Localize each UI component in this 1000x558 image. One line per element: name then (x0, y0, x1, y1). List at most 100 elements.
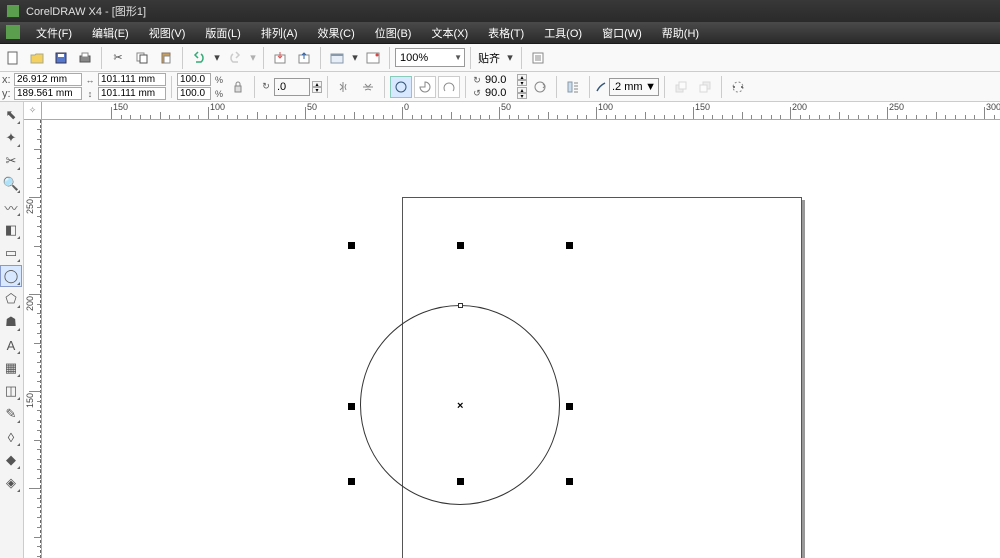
fill-tool[interactable]: ◆ (0, 449, 22, 471)
percent-icon: % (213, 74, 225, 86)
redo-button[interactable] (224, 47, 246, 69)
canvas-area: ✧ 15010050050100150200250300 30025020015… (24, 102, 1000, 558)
to-back-button[interactable] (694, 76, 716, 98)
app-launcher-button[interactable] (326, 47, 348, 69)
table-tool[interactable]: ▦ (0, 357, 22, 379)
text-tool[interactable]: A (0, 334, 22, 356)
redo-dropdown[interactable]: ▾ (248, 47, 258, 69)
menu-item[interactable]: 编辑(E) (82, 22, 139, 43)
canvas-viewport[interactable]: × (42, 120, 1000, 558)
y-label: y: (2, 88, 12, 100)
app-launcher-dropdown[interactable]: ▾ (350, 47, 360, 69)
chevron-down-icon: ▼ (454, 53, 462, 62)
mirror-v-button[interactable] (357, 76, 379, 98)
start-angle-value[interactable]: 90.0 (485, 74, 515, 86)
menu-item[interactable]: 帮助(H) (652, 22, 709, 43)
menu-item[interactable]: 表格(T) (478, 22, 534, 43)
options-button[interactable] (527, 47, 549, 69)
width-icon: ↔ (84, 74, 96, 86)
export-button[interactable] (293, 47, 315, 69)
sel-handle-ml[interactable] (348, 403, 355, 410)
sel-handle-bc[interactable] (457, 478, 464, 485)
polygon-tool[interactable]: ⬠ (0, 288, 22, 310)
x-label: x: (2, 74, 12, 86)
ruler-origin-button[interactable]: ✧ (24, 102, 42, 120)
smartfill-tool[interactable]: ◧ (0, 219, 22, 241)
ruler-horizontal[interactable]: 15010050050100150200250300 (42, 102, 1000, 120)
welcome-button[interactable] (362, 47, 384, 69)
zoom-tool[interactable]: 🔍 (0, 173, 22, 195)
end-angle-stepper[interactable]: ▴▾ (517, 87, 527, 99)
menu-item[interactable]: 文件(F) (26, 22, 82, 43)
zoom-combo[interactable]: 100% ▼ (395, 48, 465, 67)
outline-value: .2 mm (612, 81, 643, 93)
interactive-fill-tool[interactable]: ◈ (0, 472, 22, 494)
save-button[interactable] (50, 47, 72, 69)
width-input[interactable] (98, 73, 166, 86)
sel-handle-tr[interactable] (566, 242, 573, 249)
menu-item[interactable]: 文本(X) (421, 22, 478, 43)
doc-icon (6, 25, 20, 39)
menu-item[interactable]: 效果(C) (308, 22, 365, 43)
position-group: x: y: (2, 73, 82, 100)
rotation-icon: ↻ (260, 81, 272, 93)
freehand-tool[interactable]: 〰 (0, 196, 22, 218)
app-icon (6, 4, 20, 18)
menu-item[interactable]: 排列(A) (251, 22, 308, 43)
zoom-value: 100% (400, 52, 428, 64)
outline-width-combo[interactable]: .2 mm ▼ (609, 78, 659, 96)
sel-handle-tc[interactable] (457, 242, 464, 249)
blend-tool[interactable]: ◫ (0, 380, 22, 402)
ruler-vertical[interactable]: 300250200150 (24, 120, 42, 558)
sel-center-marker[interactable]: × (457, 400, 463, 412)
crop-tool[interactable]: ✂ (0, 150, 22, 172)
wrap-text-button[interactable] (562, 76, 584, 98)
scale-y-input[interactable] (177, 87, 211, 100)
end-angle-value[interactable]: 90.0 (485, 87, 515, 99)
outline-tool[interactable]: ◊ (0, 426, 22, 448)
y-input[interactable] (14, 87, 82, 100)
copy-button[interactable] (131, 47, 153, 69)
sel-handle-tl[interactable] (348, 242, 355, 249)
open-button[interactable] (26, 47, 48, 69)
menu-item[interactable]: 位图(B) (365, 22, 422, 43)
rotation-stepper[interactable]: ▴▾ (312, 81, 322, 93)
sel-handle-br[interactable] (566, 478, 573, 485)
convert-curves-button[interactable] (727, 76, 749, 98)
menu-item[interactable]: 工具(O) (534, 22, 592, 43)
direction-button[interactable] (529, 76, 551, 98)
sel-handle-mr[interactable] (566, 403, 573, 410)
ellipse-start-node[interactable] (458, 303, 463, 308)
sel-handle-bl[interactable] (348, 478, 355, 485)
menu-item[interactable]: 视图(V) (139, 22, 196, 43)
x-input[interactable] (14, 73, 82, 86)
menu-item[interactable]: 版面(L) (195, 22, 250, 43)
ellipse-type-button[interactable] (390, 76, 412, 98)
rectangle-tool[interactable]: ▭ (0, 242, 22, 264)
arc-type-button[interactable] (438, 76, 460, 98)
cut-button[interactable]: ✂ (107, 47, 129, 69)
start-angle-stepper[interactable]: ▴▾ (517, 74, 527, 86)
import-button[interactable] (269, 47, 291, 69)
height-input[interactable] (98, 87, 166, 100)
undo-button[interactable] (188, 47, 210, 69)
pie-type-button[interactable] (414, 76, 436, 98)
menu-item[interactable]: 窗口(W) (592, 22, 652, 43)
mirror-h-button[interactable] (333, 76, 355, 98)
undo-dropdown[interactable]: ▾ (212, 47, 222, 69)
print-button[interactable] (74, 47, 96, 69)
pick-tool[interactable]: ⬉ (0, 104, 22, 126)
scale-x-input[interactable] (177, 73, 211, 86)
to-front-button[interactable] (670, 76, 692, 98)
outline-icon (595, 81, 607, 93)
lock-ratio-button[interactable] (227, 76, 249, 98)
new-button[interactable] (2, 47, 24, 69)
paste-button[interactable] (155, 47, 177, 69)
basic-shapes-tool[interactable]: ☗ (0, 311, 22, 333)
angle-group: ↻90.0▴▾ ↺90.0▴▾ (471, 74, 527, 99)
rotation-input[interactable]: .0 (274, 78, 310, 96)
shape-tool[interactable]: ✦ (0, 127, 22, 149)
snap-dropdown[interactable]: ▾ (504, 47, 516, 69)
eyedropper-tool[interactable]: ✎ (0, 403, 22, 425)
ellipse-tool[interactable]: ◯ (0, 265, 22, 287)
